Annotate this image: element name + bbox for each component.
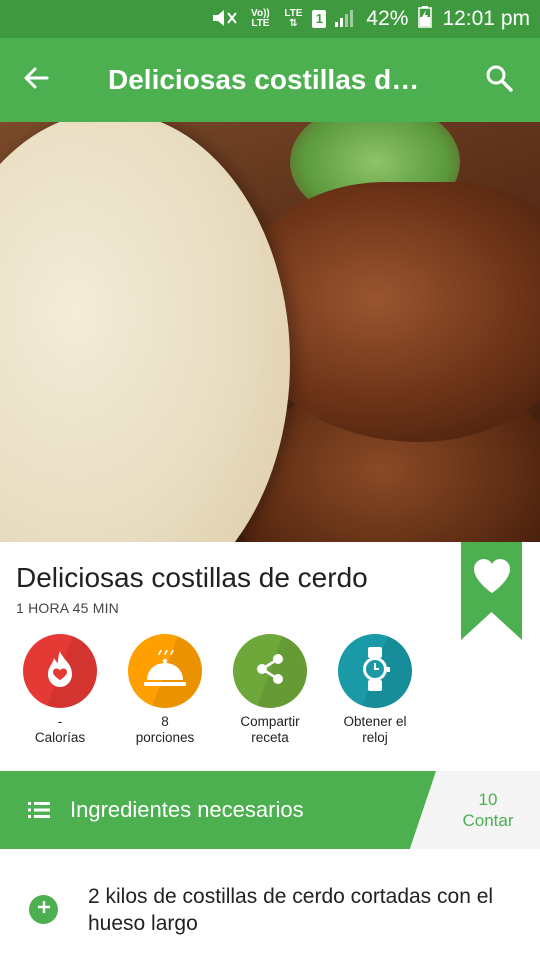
calories-text: Calorías bbox=[34, 730, 86, 745]
mute-icon bbox=[210, 8, 238, 31]
calories-circle bbox=[23, 634, 97, 708]
ingredient-row[interactable]: 2 kilos de costillas de cerdo cortadas c… bbox=[0, 870, 540, 950]
recipe-time: 1 HORA 45 MIN bbox=[16, 600, 119, 616]
calories-label: - Calorías bbox=[35, 714, 85, 746]
share-circle bbox=[233, 634, 307, 708]
search-button[interactable] bbox=[458, 38, 540, 122]
ingredients-count: 10 Contar bbox=[436, 771, 540, 849]
list-icon bbox=[28, 801, 50, 819]
ingredients-header: Ingredientes necesarios 10 Contar bbox=[0, 771, 540, 849]
servings-text: porciones bbox=[135, 730, 195, 745]
share-label: Compartir receta bbox=[240, 714, 299, 746]
battery-percent: 42% bbox=[366, 7, 409, 30]
arrow-back-icon bbox=[23, 66, 49, 95]
servings-label: 8 porciones bbox=[136, 714, 195, 746]
calories-value: - bbox=[57, 714, 63, 729]
add-ingredient-button[interactable] bbox=[29, 895, 58, 924]
calories-action[interactable]: - Calorías bbox=[12, 634, 108, 746]
servings-circle bbox=[128, 634, 202, 708]
favorite-bookmark-button[interactable] bbox=[461, 542, 522, 640]
plus-icon bbox=[37, 900, 51, 919]
battery-icon bbox=[418, 5, 433, 33]
ingredients-count-value: 10 bbox=[478, 790, 498, 809]
ingredients-title: Ingredientes necesarios bbox=[70, 797, 304, 822]
search-icon bbox=[485, 64, 513, 97]
share-icon bbox=[253, 652, 287, 691]
status-icons: Vo)) LTE LTE ⇅ 1 bbox=[210, 8, 356, 31]
photo-tortilla bbox=[0, 122, 290, 542]
calories-icon bbox=[44, 649, 76, 694]
share-text: receta bbox=[251, 730, 289, 745]
servings-icon bbox=[142, 649, 188, 694]
watch-action[interactable]: Obtener el reloj bbox=[327, 634, 423, 746]
recipe-actions: - Calorías 8 porciones Compartir receta … bbox=[0, 634, 540, 754]
clock: 12:01 pm bbox=[442, 7, 530, 30]
lte-icon: LTE ⇅ bbox=[284, 8, 303, 29]
ingredient-text: 2 kilos de costillas de cerdo cortadas c… bbox=[88, 885, 494, 935]
watch-icon bbox=[359, 646, 391, 697]
recipe-photo bbox=[0, 122, 540, 542]
lte-label: LTE bbox=[284, 8, 303, 19]
app-bar-title: Deliciosas costillas de cerdo bbox=[108, 64, 458, 95]
ingredients-title-bar[interactable]: Ingredientes necesarios bbox=[0, 771, 436, 849]
recipe-title: Deliciosas costillas de cerdo bbox=[16, 562, 368, 593]
watch-label: Obtener el reloj bbox=[343, 714, 406, 746]
status-bar: Vo)) LTE LTE ⇅ 1 42% 12:01 pm bbox=[0, 0, 540, 38]
share-action[interactable]: Compartir receta bbox=[222, 634, 318, 746]
servings-value: 8 bbox=[161, 714, 169, 729]
watch-value: Obtener el bbox=[343, 714, 407, 729]
watch-circle bbox=[338, 634, 412, 708]
signal-icon bbox=[334, 8, 356, 31]
app-bar: Deliciosas costillas de cerdo bbox=[0, 38, 540, 122]
watch-text: reloj bbox=[362, 730, 388, 745]
sim-icon: 1 bbox=[312, 10, 327, 28]
volte-icon: Vo)) LTE bbox=[251, 8, 270, 29]
back-button[interactable] bbox=[0, 38, 72, 122]
servings-action[interactable]: 8 porciones bbox=[117, 634, 213, 746]
share-value: Compartir bbox=[240, 714, 300, 729]
ingredients-count-label: Contar bbox=[462, 811, 514, 830]
